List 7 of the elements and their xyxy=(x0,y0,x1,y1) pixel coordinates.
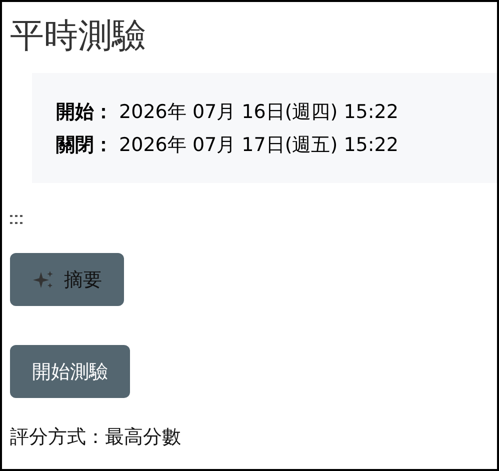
start-quiz-button[interactable]: 開始測驗 xyxy=(10,345,130,398)
page-title: 平時測驗 xyxy=(10,15,147,58)
drag-handle-icon[interactable] xyxy=(10,213,24,225)
summary-button[interactable]: 摘要 xyxy=(10,253,124,306)
date-line: 開始： 2026年 07月 16日(週四) 15:22 xyxy=(56,100,400,125)
grading-method: 評分方式：最高分數 xyxy=(10,425,182,450)
date-line: 關閉： 2026年 07月 17日(週五) 15:22 xyxy=(56,133,400,158)
